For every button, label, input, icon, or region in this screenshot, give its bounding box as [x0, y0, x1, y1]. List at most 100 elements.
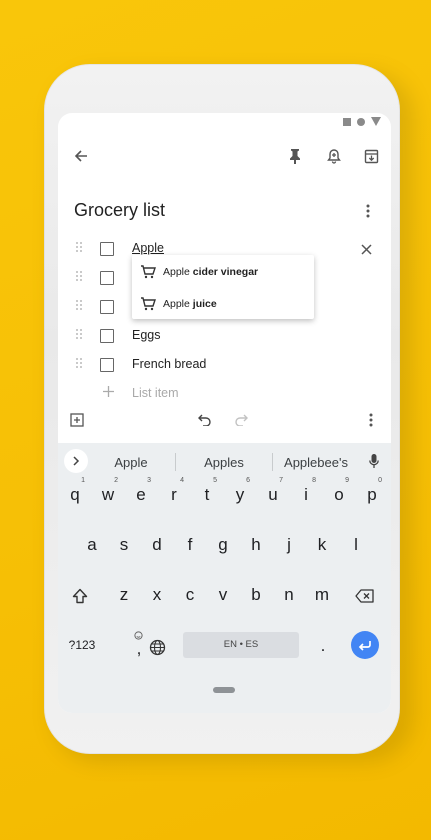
item-checkbox[interactable]: [100, 358, 114, 372]
key[interactable]: k: [310, 535, 334, 555]
backspace-icon[interactable]: [352, 584, 378, 608]
add-item-placeholder: List item: [132, 386, 179, 400]
back-arrow-icon[interactable]: [70, 145, 92, 167]
pin-icon[interactable]: [284, 145, 306, 167]
key-hint: 3: [147, 477, 151, 484]
key[interactable]: n: [277, 585, 301, 605]
key[interactable]: w2: [96, 477, 120, 505]
key[interactable]: f: [178, 535, 202, 555]
key-hint: 9: [345, 477, 349, 484]
home-indicator-icon: [357, 117, 365, 126]
more-vert-icon[interactable]: [364, 411, 378, 429]
key[interactable]: j: [277, 535, 301, 555]
suggestion-chip[interactable]: Apple: [96, 450, 166, 474]
key[interactable]: d: [145, 535, 169, 555]
add-box-icon[interactable]: [68, 411, 86, 429]
add-icon: [101, 384, 115, 398]
key-label: t: [204, 485, 210, 504]
key-label: w: [101, 485, 115, 504]
key-label: r: [171, 485, 177, 504]
key[interactable]: y6: [228, 477, 252, 505]
key[interactable]: v: [211, 585, 235, 605]
autocomplete-suggestion[interactable]: Apple cider vinegar: [140, 265, 258, 279]
key[interactable]: b: [244, 585, 268, 605]
add-list-item[interactable]: List item: [58, 380, 391, 408]
suggestion-completion: juice: [192, 298, 217, 310]
item-checkbox[interactable]: [100, 300, 114, 314]
item-text[interactable]: French bread: [132, 357, 206, 371]
status-bar: [343, 117, 381, 126]
period-key[interactable]: .: [315, 636, 331, 656]
undo-icon[interactable]: [196, 411, 214, 429]
key-hint: 0: [378, 477, 382, 484]
globe-icon[interactable]: [146, 636, 168, 658]
list-item: Eggs: [58, 322, 391, 350]
suggestion-chip[interactable]: Applebee's: [278, 450, 354, 474]
key-label: e: [136, 485, 146, 504]
suggestion-chip[interactable]: Apples: [186, 450, 262, 474]
key-hint: 8: [312, 477, 316, 484]
key-hint: 2: [114, 477, 118, 484]
key[interactable]: u7: [261, 477, 285, 505]
drag-handle-icon[interactable]: [76, 329, 84, 341]
space-bar[interactable]: EN • ES: [183, 632, 299, 658]
key[interactable]: h: [244, 535, 268, 555]
key[interactable]: a: [80, 535, 104, 555]
numbers-key[interactable]: ?123: [64, 638, 100, 652]
phone-screen: Grocery list Apple Eggs French bread Lis…: [58, 113, 391, 713]
item-checkbox[interactable]: [100, 271, 114, 285]
drag-handle-icon[interactable]: [76, 300, 84, 312]
key-hint: 7: [279, 477, 283, 484]
comma-label: ,: [136, 639, 142, 658]
autocomplete-popup: Apple cider vinegar Apple juice: [132, 255, 314, 319]
autocomplete-suggestion[interactable]: Apple juice: [140, 297, 217, 311]
item-text[interactable]: Eggs: [132, 328, 161, 342]
mic-icon[interactable]: [364, 451, 384, 471]
key-hint: 6: [246, 477, 250, 484]
key-label: i: [304, 485, 308, 504]
key-hint: 1: [81, 477, 85, 484]
divider: [175, 453, 176, 471]
gesture-handle[interactable]: [213, 687, 235, 693]
drag-handle-icon[interactable]: [76, 358, 84, 370]
redo-icon[interactable]: [232, 411, 250, 429]
key-label: q: [70, 485, 80, 504]
key[interactable]: l: [344, 535, 368, 555]
drag-handle-icon[interactable]: [76, 271, 84, 283]
item-checkbox[interactable]: [100, 242, 114, 256]
key[interactable]: q1: [63, 477, 87, 505]
back-indicator-icon: [371, 117, 381, 126]
cart-icon: [141, 265, 156, 279]
key[interactable]: p0: [360, 477, 384, 505]
item-text[interactable]: Apple: [132, 241, 164, 255]
enter-icon[interactable]: [351, 631, 379, 659]
key[interactable]: c: [178, 585, 202, 605]
key-label: p: [367, 485, 377, 504]
cart-icon: [141, 297, 156, 311]
key[interactable]: x: [145, 585, 169, 605]
key-hint: 5: [213, 477, 217, 484]
item-checkbox[interactable]: [100, 329, 114, 343]
chevron-right-icon[interactable]: [64, 449, 88, 473]
drag-handle-icon[interactable]: [76, 242, 84, 254]
key[interactable]: i8: [294, 477, 318, 505]
archive-icon[interactable]: [360, 145, 382, 167]
key[interactable]: m: [309, 585, 335, 605]
key[interactable]: s: [112, 535, 136, 555]
reminder-icon[interactable]: [323, 145, 345, 167]
more-vert-icon[interactable]: [360, 201, 376, 221]
key[interactable]: r4: [162, 477, 186, 505]
key[interactable]: z: [112, 585, 136, 605]
suggestion-completion: cider vinegar: [192, 266, 259, 278]
list-item: French bread: [58, 351, 391, 379]
note-title[interactable]: Grocery list: [74, 200, 165, 221]
suggestion-prefix: Apple: [163, 266, 190, 278]
key[interactable]: g: [211, 535, 235, 555]
key[interactable]: e3: [129, 477, 153, 505]
shift-icon[interactable]: [68, 584, 92, 608]
suggestion-prefix: Apple: [163, 298, 190, 310]
close-icon[interactable]: [356, 239, 376, 259]
key[interactable]: t5: [195, 477, 219, 505]
space-bar-label: EN • ES: [223, 639, 259, 650]
key[interactable]: o9: [327, 477, 351, 505]
